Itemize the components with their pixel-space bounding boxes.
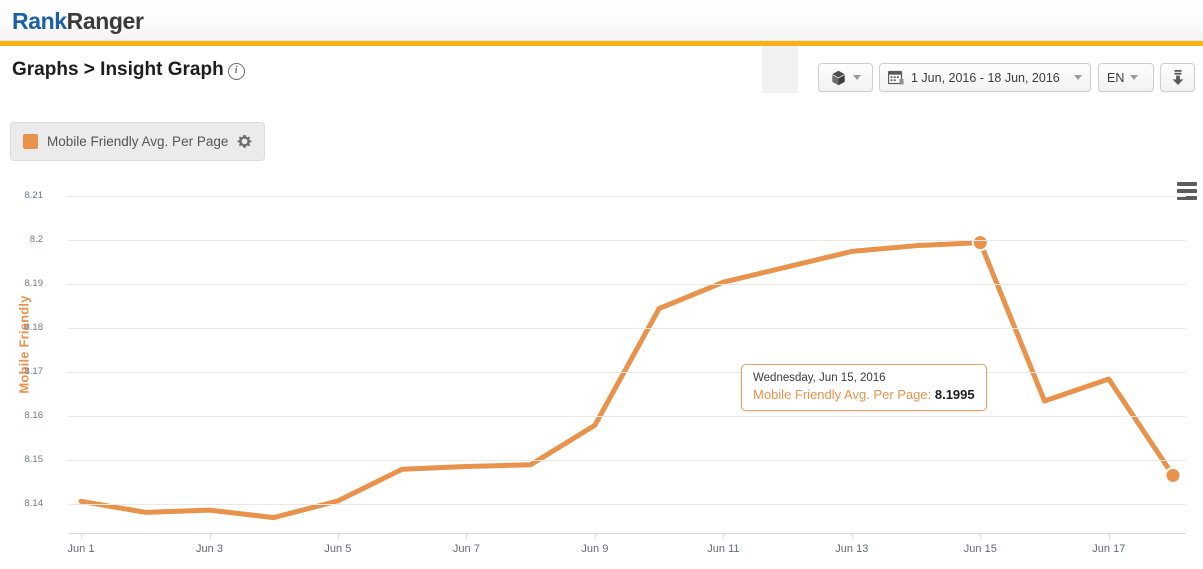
chevron-down-icon — [1130, 75, 1138, 80]
x-axis-tick-label: Jun 15 — [964, 543, 997, 555]
breadcrumb: Graphs > Insight Graphi — [12, 59, 245, 81]
x-axis-line — [68, 533, 1186, 534]
y-axis-tick-label: 8.18 — [0, 322, 43, 333]
gridline — [68, 284, 1186, 285]
y-axis-tick-label: 8.15 — [0, 454, 43, 465]
x-axis-tick-label: Jun 5 — [324, 543, 351, 555]
y-axis-tick-label: 8.16 — [0, 410, 43, 421]
legend-label: Mobile Friendly Avg. Per Page — [47, 134, 228, 149]
toolbar-spacer — [762, 46, 798, 93]
y-axis-tick-label: 8.21 — [0, 190, 43, 201]
date-range-picker[interactable]: 1 Jun, 2016 - 18 Jun, 2016 — [879, 63, 1091, 92]
y-axis-tick-label: 8.2 — [0, 234, 43, 245]
x-axis-tick-label: Jun 11 — [707, 543, 739, 555]
app-header: RankRanger — [0, 0, 1203, 41]
legend-color-swatch — [23, 134, 38, 149]
brand-logo[interactable]: RankRanger — [12, 8, 144, 35]
x-axis-tick-mark — [338, 533, 339, 539]
legend-chip-mobile-friendly[interactable]: Mobile Friendly Avg. Per Page — [10, 122, 265, 161]
brand-logo-rank: Rank — [12, 8, 67, 34]
x-axis-tick-mark — [81, 533, 82, 539]
cube-icon — [831, 70, 846, 86]
app-window: RankRanger Graphs > Insight Graphi 1 Jun… — [0, 0, 1203, 569]
y-axis-title: Mobile Friendly — [14, 168, 34, 520]
tooltip-metric-row: Mobile Friendly Avg. Per Page: 8.1995 — [753, 387, 975, 402]
language-selector[interactable]: EN — [1098, 63, 1154, 92]
data-point-marker[interactable] — [974, 236, 987, 249]
gridline — [68, 460, 1186, 461]
y-axis-tick-label: 8.17 — [0, 366, 43, 377]
x-axis-tick-label: Jun 1 — [68, 543, 95, 555]
chevron-down-icon — [853, 75, 861, 80]
x-axis-tick-mark — [723, 533, 724, 539]
insight-graph: Mobile Friendly 8.148.158.168.178.188.19… — [0, 168, 1203, 569]
x-axis-tick-mark — [595, 533, 596, 539]
line-series-mobile-friendly — [68, 181, 1186, 533]
x-axis-tick-label: Jun 9 — [581, 543, 608, 555]
project-selector-button[interactable] — [818, 63, 873, 92]
tooltip-value: 8.1995 — [935, 387, 975, 402]
gridline — [68, 372, 1186, 373]
series-canvas — [68, 181, 1186, 533]
plot-area: 8.148.158.168.178.188.198.28.21Jun 1Jun … — [68, 181, 1186, 533]
x-axis-tick-mark — [466, 533, 467, 539]
gridline — [68, 240, 1186, 241]
y-axis-tick-label: 8.19 — [0, 278, 43, 289]
page-title: Graphs > Insight Graph — [12, 59, 224, 80]
calendar-icon — [888, 70, 904, 86]
language-value: EN — [1107, 71, 1124, 85]
info-icon[interactable]: i — [228, 63, 245, 80]
x-axis-tick-mark — [980, 533, 981, 539]
gear-icon[interactable] — [237, 134, 252, 149]
date-range-value: 1 Jun, 2016 - 18 Jun, 2016 — [911, 71, 1060, 85]
download-button[interactable] — [1160, 63, 1195, 92]
x-axis-tick-label: Jun 17 — [1092, 543, 1125, 555]
download-icon — [1170, 69, 1186, 86]
tooltip-metric-label: Mobile Friendly Avg. Per Page: — [753, 387, 935, 402]
x-axis-tick-label: Jun 3 — [196, 543, 223, 555]
x-axis-tick-mark — [852, 533, 853, 539]
gridline — [68, 328, 1186, 329]
gridline — [68, 416, 1186, 417]
gridline — [68, 196, 1186, 197]
gridline — [68, 504, 1186, 505]
x-axis-tick-mark — [1109, 533, 1110, 539]
x-axis-tick-label: Jun 7 — [453, 543, 480, 555]
chevron-down-icon — [1074, 75, 1082, 80]
data-point-marker[interactable] — [1167, 469, 1180, 482]
x-axis-tick-mark — [210, 533, 211, 539]
tooltip-date: Wednesday, Jun 15, 2016 — [753, 372, 975, 384]
brand-logo-ranger: Ranger — [67, 8, 144, 34]
x-axis-tick-label: Jun 13 — [835, 543, 868, 555]
tooltip-jun-15: Wednesday, Jun 15, 2016 Mobile Friendly … — [741, 364, 987, 411]
y-axis-tick-label: 8.14 — [0, 498, 43, 509]
